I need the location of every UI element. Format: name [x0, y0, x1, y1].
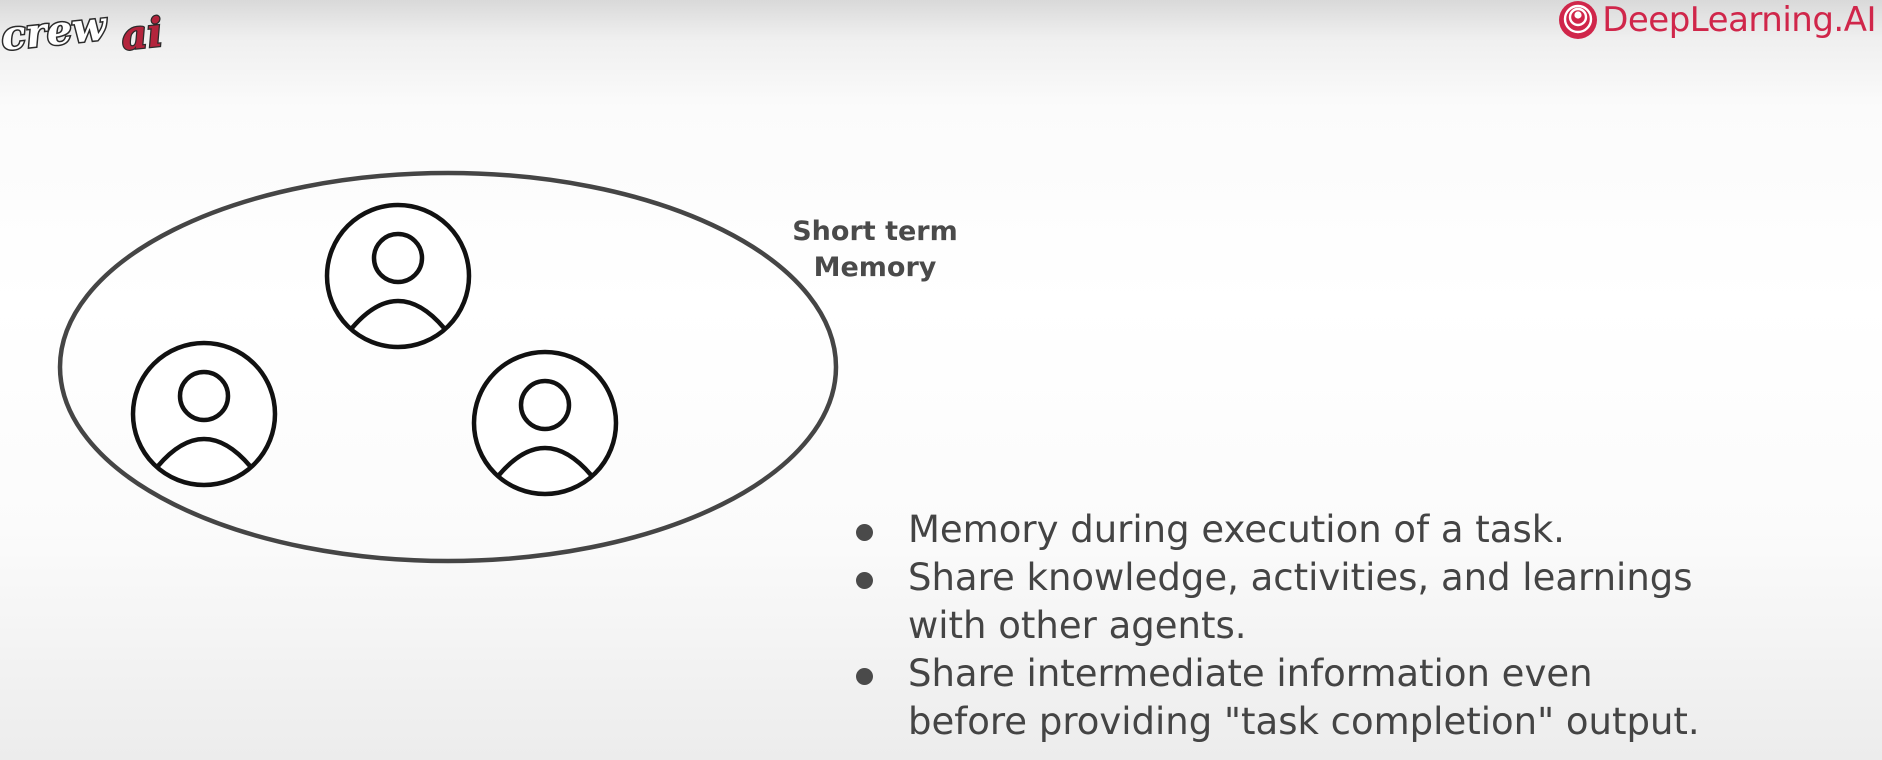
list-item-text: with other agents. [908, 604, 1247, 647]
bullet-dot-icon [856, 524, 873, 541]
agent-user-icon-top [324, 202, 472, 350]
list-item-text: Memory during execution of a task. [908, 508, 1565, 551]
bullet-dot-icon [856, 668, 873, 685]
short-term-memory-label-line: Memory [813, 252, 937, 283]
list-item: Share knowledge, activities, and learnin… [848, 554, 1868, 650]
short-term-memory-label-line: Short term [792, 216, 958, 247]
list-item-text: Share knowledge, activities, and learnin… [908, 556, 1693, 599]
short-term-memory-label: Short term Memory [770, 214, 980, 286]
list-item: Memory during execution of a task. [848, 506, 1868, 554]
agent-user-icon-left [130, 340, 278, 488]
bullet-dot-icon [856, 572, 873, 589]
list-item-text: before providing "task completion" outpu… [908, 700, 1700, 743]
agent-user-icon-right [471, 349, 619, 497]
list-item: Share intermediate information even befo… [848, 650, 1868, 746]
memory-description-list: Memory during execution of a task. Share… [848, 506, 1868, 746]
list-item-text: Share intermediate information even [908, 652, 1593, 695]
